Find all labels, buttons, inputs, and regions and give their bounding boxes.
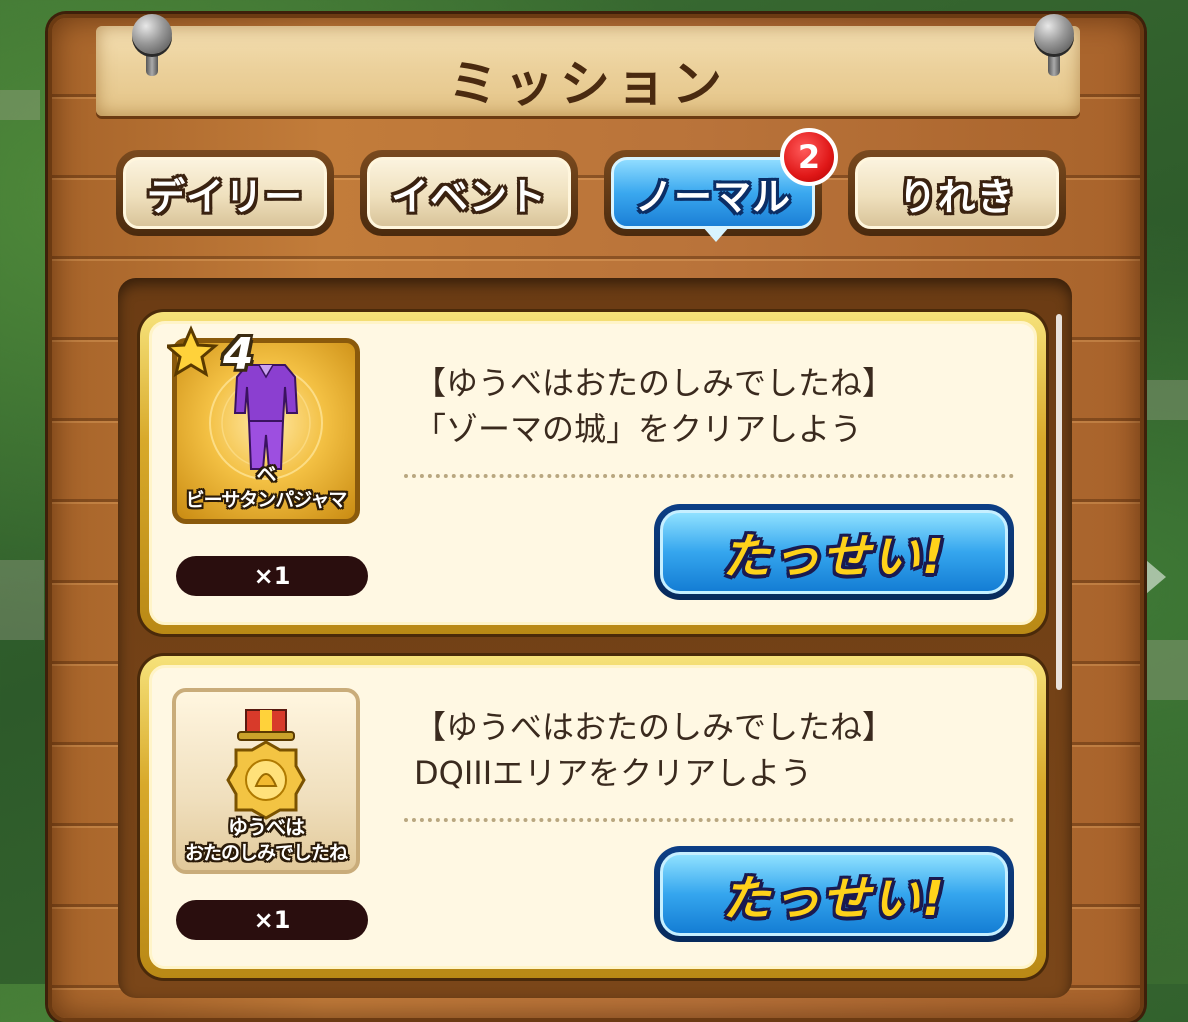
mission-description: 「ゾーマの城」をクリアしよう <box>414 410 863 448</box>
tab-label: りれき <box>898 174 1016 219</box>
reward-name: おたのしみでしたね <box>184 842 348 864</box>
reward-item-frame[interactable]: 4 ベ ビーサタンパジャマ <box>167 325 360 524</box>
tab-label: デイリー <box>146 174 303 219</box>
mission-title: 【ゆうべはおたのしみでしたね】 <box>414 364 895 402</box>
mission-text: 【ゆうべはおたのしみでしたね】 DQIIIエリアをクリアしよう <box>414 704 1014 796</box>
tab-history[interactable]: りれき <box>848 150 1066 236</box>
tab-daily[interactable]: デイリー <box>116 150 334 236</box>
reward-quantity: ×1 <box>176 900 368 940</box>
title-plate: ミッション <box>96 26 1080 116</box>
claim-button-label: たっせい! <box>722 529 946 585</box>
reward-name: ビーサタンパジャマ <box>185 489 348 511</box>
page-title: ミッション <box>448 55 728 113</box>
rarity-stars: 4 <box>223 329 254 380</box>
mission-title: 【ゆうべはおたのしみでしたね】 <box>414 708 895 746</box>
claim-button-label: たっせい! <box>722 871 946 927</box>
reward-item-frame[interactable]: ゆうべは おたのしみでしたね <box>172 688 360 874</box>
mission-card: 4 ベ ビーサタンパジャマ ×1 【ゆうべはおたのしみでしたね】 「ゾーマの城」… <box>140 312 1046 634</box>
tab-label: ノーマル <box>634 174 791 219</box>
claim-button[interactable]: たっせい! <box>654 846 1014 942</box>
tab-event[interactable]: イベント <box>360 150 578 236</box>
claim-button[interactable]: たっせい! <box>654 504 1014 600</box>
divider <box>404 818 1014 822</box>
pin-icon <box>1030 14 1078 76</box>
mission-card: ゆうべは おたのしみでしたね ×1 【ゆうべはおたのしみでしたね】 DQIIIエ… <box>140 656 1046 978</box>
notification-badge: 2 <box>780 128 838 186</box>
pin-icon <box>128 14 176 76</box>
mission-description: DQIIIエリアをクリアしよう <box>414 754 813 792</box>
background-tile <box>0 560 44 640</box>
scrollbar[interactable] <box>1056 314 1062 690</box>
mission-text: 【ゆうべはおたのしみでしたね】 「ゾーマの城」をクリアしよう <box>414 360 1014 452</box>
divider <box>404 474 1014 478</box>
active-tab-pointer <box>702 226 730 242</box>
background-tile <box>0 90 40 120</box>
reward-name: ゆうべは <box>228 815 305 839</box>
reward-quantity: ×1 <box>176 556 368 596</box>
tab-label: イベント <box>390 174 547 219</box>
background-tile <box>1140 640 1188 700</box>
reward-name: ベ <box>256 462 277 486</box>
